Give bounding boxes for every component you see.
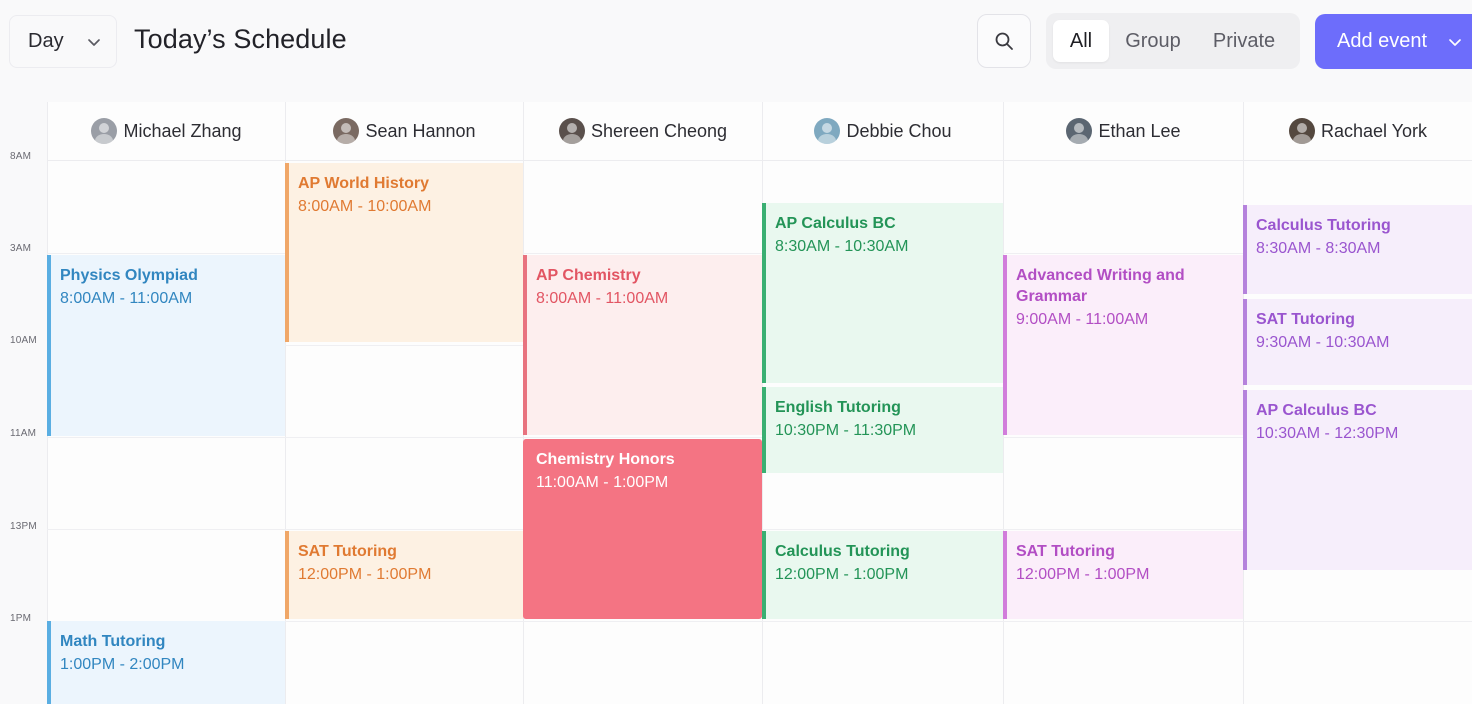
event-card[interactable]: Physics Olympiad 8:00AM - 11:00AM — [47, 255, 285, 436]
event-card[interactable]: SAT Tutoring 9:30AM - 10:30AM — [1243, 299, 1472, 385]
event-card[interactable]: AP World History 8:00AM - 10:00AM — [285, 163, 523, 342]
event-title: AP World History — [298, 175, 429, 192]
avatar — [91, 118, 118, 144]
column-header-debbie-chou[interactable]: Debbie Chou — [763, 102, 1003, 160]
search-icon — [995, 32, 1013, 50]
search-button[interactable] — [977, 14, 1031, 68]
event-title: Calculus Tutoring — [775, 543, 910, 560]
event-title: English Tutoring — [775, 399, 901, 416]
person-name: Rachael York — [1320, 120, 1428, 141]
event-card[interactable]: Math Tutoring 1:00PM - 2:00PM — [47, 621, 285, 704]
person-name: Shereen Cheong — [590, 120, 728, 141]
event-card[interactable]: SAT Tutoring 12:00PM - 1:00PM — [1003, 531, 1243, 619]
add-event-label: Add event — [1337, 30, 1428, 52]
time-label: 10AM — [10, 335, 37, 346]
avatar — [333, 118, 360, 144]
column-header-michael-zhang[interactable]: Michael Zhang — [48, 102, 285, 160]
column-header-ethan-lee[interactable]: Ethan Lee — [1004, 102, 1243, 160]
column-header-rachael-york[interactable]: Rachael York — [1244, 102, 1472, 160]
event-time: 8:30AM - 8:30AM — [1256, 240, 1381, 257]
event-time: 11:00AM - 1:00PM — [536, 474, 669, 491]
toolbar: Day Today’s Schedule All Group Private A… — [0, 0, 1472, 84]
filter-tab-group[interactable]: Group — [1114, 20, 1192, 62]
person-name: Ethan Lee — [1098, 120, 1181, 141]
event-time: 8:00AM - 11:00AM — [60, 290, 193, 307]
column-header-sean-hannon[interactable]: Sean Hannon — [286, 102, 523, 160]
event-time: 10:30PM - 11:30PM — [775, 422, 917, 439]
person-name: Debbie Chou — [846, 120, 952, 141]
event-time: 12:00PM - 1:00PM — [1016, 566, 1150, 583]
event-title: AP Chemistry — [536, 267, 641, 284]
event-title: AP Calculus BC — [1256, 402, 1377, 419]
view-select-label: Day — [28, 30, 64, 52]
event-title: Calculus Tutoring — [1256, 217, 1391, 234]
chevron-down-icon — [1449, 38, 1461, 46]
event-time: 10:30AM - 12:30PM — [1256, 425, 1399, 442]
time-label: 11AM — [10, 428, 37, 439]
event-time: 8:00AM - 10:00AM — [298, 198, 432, 215]
event-time: 1:00PM - 2:00PM — [60, 656, 185, 673]
event-title: AP Calculus BC — [775, 215, 896, 232]
avatar — [558, 118, 585, 144]
event-time: 12:00PM - 1:00PM — [775, 566, 909, 583]
event-card[interactable]: AP Chemistry 8:00AM - 11:00AM — [523, 255, 762, 435]
header-divider — [47, 160, 1472, 161]
event-title: Chemistry Honors — [536, 451, 675, 468]
event-title: SAT Tutoring — [1256, 311, 1355, 328]
filter-tab-all[interactable]: All — [1053, 20, 1109, 62]
time-label: 8AM — [10, 151, 32, 162]
event-card[interactable]: English Tutoring 10:30PM - 11:30PM — [762, 387, 1003, 473]
avatar — [814, 118, 841, 144]
time-label: 1PM — [10, 613, 32, 624]
event-time: 9:00AM - 11:00AM — [1016, 311, 1149, 328]
chevron-down-icon — [87, 38, 100, 46]
add-event-button[interactable]: Add event — [1315, 14, 1472, 69]
event-card[interactable]: AP Calculus BC 10:30AM - 12:30PM — [1243, 390, 1472, 570]
event-card[interactable]: SAT Tutoring 12:00PM - 1:00PM — [285, 531, 523, 619]
event-card[interactable]: Calculus Tutoring 12:00PM - 1:00PM — [762, 531, 1003, 619]
time-label: 3AM — [10, 243, 32, 254]
event-time: 8:30AM - 10:30AM — [775, 238, 909, 255]
event-filter-tabs: All Group Private — [1046, 13, 1300, 69]
event-title: SAT Tutoring — [1016, 543, 1115, 560]
event-title: Physics Olympiad — [60, 267, 198, 284]
avatar — [1288, 118, 1315, 144]
schedule-grid: 8AM 3AM 10AM 11AM 13PM 1PM Michael Zhang… — [0, 102, 1472, 704]
person-name: Sean Hannon — [365, 120, 476, 141]
person-name: Michael Zhang — [123, 120, 242, 141]
filter-tab-private[interactable]: Private — [1198, 20, 1290, 62]
event-time: 9:30AM - 10:30AM — [1256, 334, 1390, 351]
event-title: SAT Tutoring — [298, 543, 397, 560]
view-select-dropdown[interactable]: Day — [9, 15, 117, 68]
time-label: 13PM — [10, 521, 37, 532]
column-header-shereen-cheong[interactable]: Shereen Cheong — [524, 102, 762, 160]
event-card[interactable]: Calculus Tutoring 8:30AM - 8:30AM — [1243, 205, 1472, 294]
event-title: Math Tutoring — [60, 633, 166, 650]
avatar — [1066, 118, 1093, 144]
event-time: 8:00AM - 11:00AM — [536, 290, 669, 307]
event-time: 12:00PM - 1:00PM — [298, 566, 432, 583]
event-card[interactable]: AP Calculus BC 8:30AM - 10:30AM — [762, 203, 1003, 383]
event-card[interactable]: Chemistry Honors 11:00AM - 1:00PM — [523, 439, 762, 619]
event-card[interactable]: Advanced Writing and Grammar 9:00AM - 11… — [1003, 255, 1243, 435]
page-title: Today’s Schedule — [134, 24, 347, 54]
event-title: Advanced Writing and Grammar — [1016, 267, 1185, 305]
